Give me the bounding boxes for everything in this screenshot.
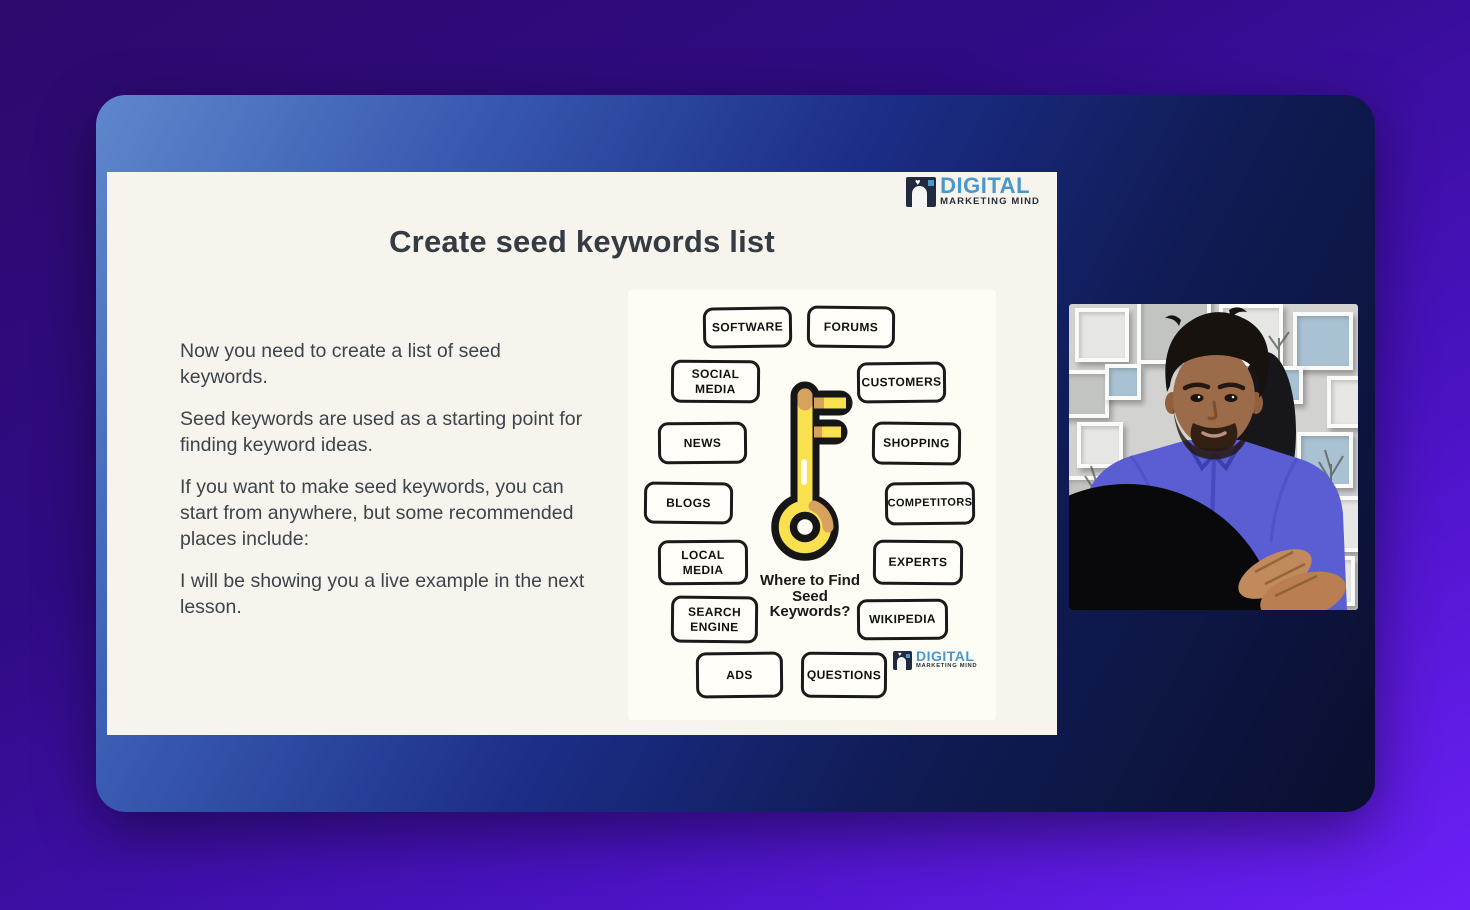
head-silhouette-icon	[912, 185, 928, 207]
source-box-label: QUESTIONS	[806, 667, 882, 683]
source-box-label: FORUMS	[823, 319, 879, 335]
source-box-label: BLOGS	[666, 495, 711, 511]
source-box-software: SOFTWARE	[702, 306, 793, 349]
source-box-label: EXPERTS	[888, 555, 948, 570]
keyword-sources-diagram: SOFTWARE FORUMS SOCIAL MEDIA CUSTOMERS N…	[628, 290, 996, 720]
brand-tagline: MARKETING MIND	[916, 663, 978, 669]
slide-paragraph: Seed keywords are used as a starting poi…	[180, 408, 583, 456]
brand-head-icon: ♥	[893, 650, 912, 670]
source-box-ads: ADS	[695, 651, 784, 699]
slide-paragraph: I will be showing you a live example in …	[180, 570, 585, 618]
brand-name: DIGITAL	[940, 173, 1031, 198]
source-box-forums: FORUMS	[806, 305, 896, 349]
source-box-label: LOCAL MEDIA	[681, 547, 725, 577]
brand-name: DIGITAL	[916, 648, 975, 664]
source-box-social-media: SOCIAL MEDIA	[670, 359, 761, 404]
chip-icon	[906, 653, 910, 658]
brand-head-icon: ♥	[906, 176, 937, 207]
brand-tagline: MARKETING MIND	[940, 196, 1040, 207]
source-box-competitors: COMPETITORS	[884, 481, 976, 526]
source-box-label: SEARCH ENGINE	[687, 604, 742, 634]
source-box-label: ADS	[726, 667, 753, 682]
center-label-line: Keywords?	[769, 603, 851, 620]
presenter-webcam	[1069, 304, 1358, 610]
center-label-line: Where to Find	[760, 572, 860, 589]
source-box-label: SOFTWARE	[711, 319, 784, 335]
page-background: { "slide": { "title": "Create seed keywo…	[0, 0, 1470, 910]
center-label-line: Seed	[792, 587, 828, 605]
slide-paragraph: Now you need to create a list of seed ke…	[180, 340, 501, 388]
head-silhouette-icon	[897, 656, 906, 670]
source-box-blogs: BLOGS	[643, 481, 734, 525]
source-box-customers: CUSTOMERS	[856, 361, 947, 404]
source-box-shopping: SHOPPING	[871, 421, 962, 466]
source-box-questions: QUESTIONS	[800, 651, 888, 699]
source-box-label: SHOPPING	[883, 435, 950, 451]
slide-title: Create seed keywords list	[389, 224, 775, 259]
presenter-figure	[1069, 307, 1347, 610]
diagram-brand-logo: ♥ DIGITAL MARKETING MIND	[893, 648, 978, 670]
slide-body: Now you need to create a list of seed ke…	[180, 338, 585, 636]
slide-paragraph: If you want to make seed keywords, you c…	[180, 476, 574, 550]
key-icon	[771, 381, 853, 561]
source-box-news: NEWS	[657, 421, 748, 465]
brand-logo: ♥ DIGITAL MARKETING MIND	[906, 173, 1040, 207]
source-box-label: SOCIAL MEDIA	[691, 366, 740, 396]
diagram-center-label: Where to Find Seed Keywords?	[746, 573, 874, 620]
source-box-experts: EXPERTS	[872, 539, 964, 586]
source-box-label: COMPETITORS	[887, 496, 973, 510]
source-box-label: NEWS	[683, 435, 722, 450]
chip-icon	[928, 179, 935, 186]
source-box-label: WIKIPEDIA	[868, 612, 937, 627]
source-box-local-media: LOCAL MEDIA	[657, 539, 749, 586]
slide: ♥ DIGITAL MARKETING MIND Create seed key…	[107, 172, 1057, 735]
source-box-label: CUSTOMERS	[861, 374, 942, 390]
presentation-card: ♥ DIGITAL MARKETING MIND Create seed key…	[96, 95, 1375, 812]
